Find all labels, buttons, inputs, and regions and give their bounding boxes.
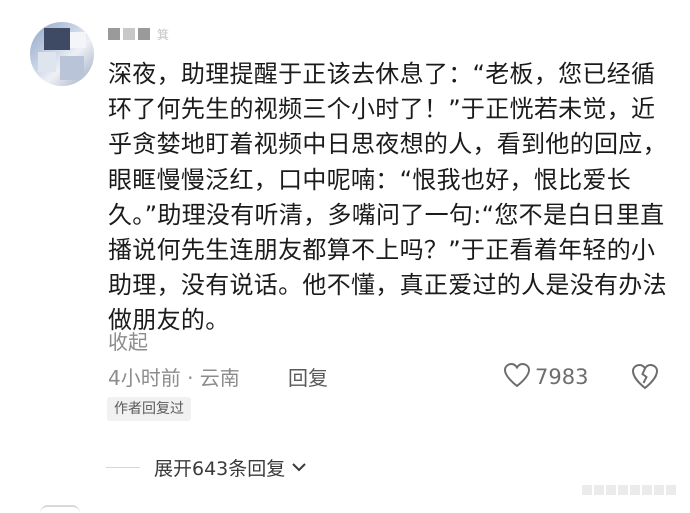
expand-replies-button[interactable]: 展开643条回复: [106, 454, 307, 480]
like-button[interactable]: 7983: [503, 362, 588, 392]
author-replied-badge: 作者回复过: [107, 397, 191, 421]
avatar[interactable]: [30, 22, 94, 86]
reply-button[interactable]: 回复: [288, 362, 328, 391]
like-count: 7983: [535, 365, 589, 389]
comment-meta-row: 4小时前 · 云南 回复 7983: [108, 362, 668, 392]
watermark: [582, 485, 676, 495]
comment-text: 深夜，助理提醒于正该去休息了：“老板，您已经循环了何先生的视频三个小时了！”于正…: [108, 60, 667, 335]
expand-divider: [106, 466, 140, 468]
chevron-down-icon: [291, 458, 307, 477]
expand-replies-label: 展开643条回复: [154, 457, 286, 480]
collapse-button[interactable]: 收起: [108, 326, 148, 355]
username-text: 箕: [157, 27, 170, 42]
heart-outline-icon: [503, 362, 531, 392]
broken-heart-icon[interactable]: [630, 362, 660, 394]
next-comment-avatar-edge: [40, 505, 80, 513]
comment-time-location: 4小时前 · 云南: [108, 366, 240, 390]
username[interactable]: 箕: [108, 26, 169, 42]
